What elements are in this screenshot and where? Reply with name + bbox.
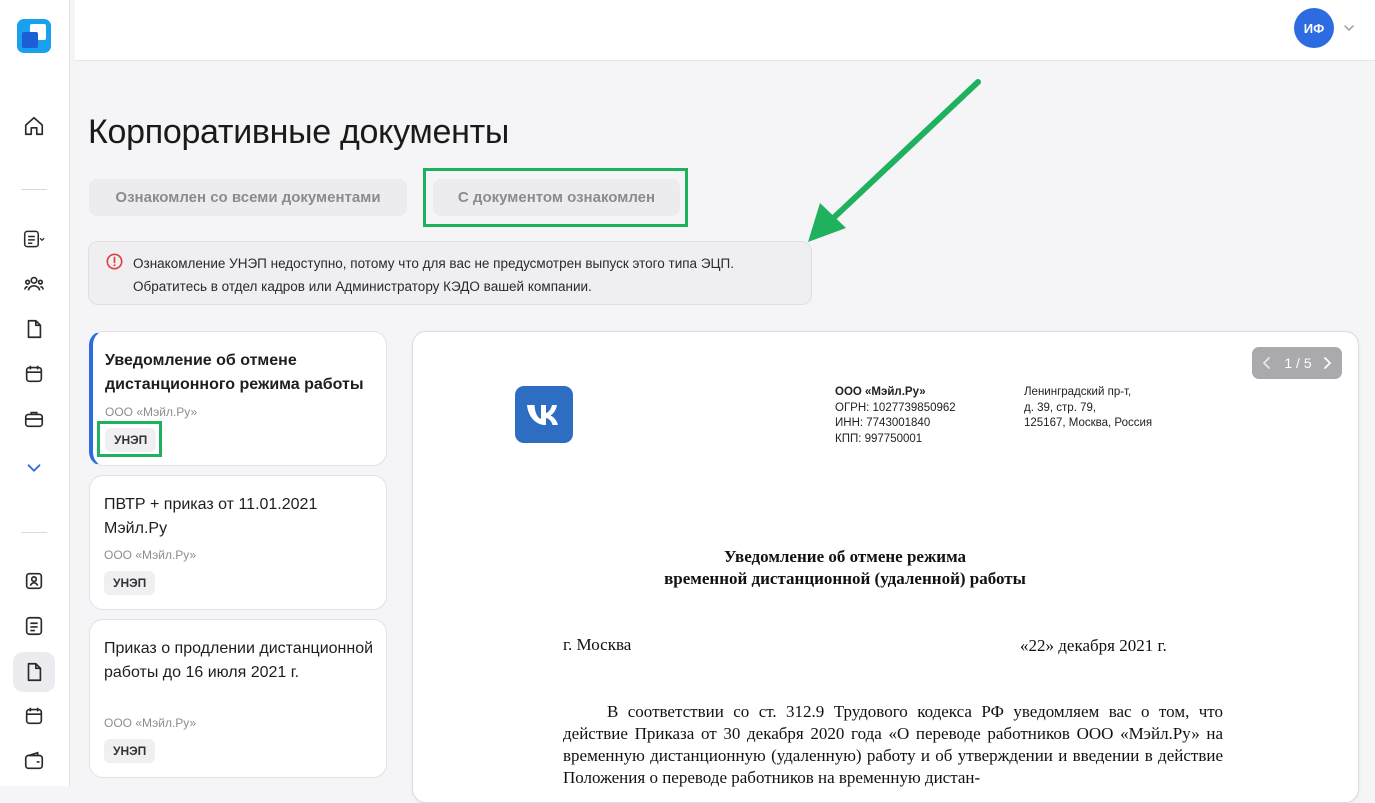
chevron-right-icon[interactable] — [1320, 355, 1334, 371]
company-inn: ИНН: 7743001840 — [835, 417, 931, 429]
company-address: Ленинградский пр-т, д. 39, стр. 79, 1251… — [1024, 385, 1152, 432]
page-navigator: 1 / 5 — [1252, 347, 1342, 379]
document-org: ООО «Мэйл.Ру» — [104, 716, 197, 730]
document-title: ПВТР + приказ от 11.01.2021 Мэйл.Ру — [104, 496, 318, 537]
profile-icon[interactable] — [13, 561, 55, 601]
company-name: ООО «Мэйл.Ру» — [835, 386, 926, 398]
document-title: Уведомление об отмене дистанционного реж… — [105, 352, 364, 393]
corporate-documents-icon[interactable] — [13, 652, 55, 692]
top-bar — [75, 0, 1375, 61]
file-icon[interactable] — [13, 309, 55, 349]
vk-logo — [515, 386, 573, 443]
document-body: В соответствии со ст. 312.9 Трудового ко… — [563, 701, 1223, 789]
document-card[interactable]: ПВТР + приказ от 11.01.2021 Мэйл.Ру ООО … — [89, 475, 387, 610]
document-card[interactable]: Приказ о продлении дистанционной работы … — [89, 619, 387, 778]
signature-unavailable-alert: Ознакомление УНЭП недоступно, потому что… — [88, 241, 812, 305]
sidebar — [0, 0, 70, 786]
highlight-frame — [423, 168, 688, 227]
app-logo[interactable] — [17, 19, 51, 53]
schedule-icon[interactable] — [13, 696, 55, 736]
document-org: ООО «Мэйл.Ру» — [105, 405, 198, 419]
signature-type-badge: УНЭП — [104, 739, 156, 763]
document-heading: Уведомление об отмене режима временной д… — [640, 546, 1050, 590]
list-document-icon[interactable] — [13, 606, 55, 646]
alert-line-1: Ознакомление УНЭП недоступно, потому что… — [133, 256, 734, 271]
wallet-icon[interactable] — [13, 741, 55, 781]
users-icon[interactable] — [13, 264, 55, 304]
briefcase-icon[interactable] — [13, 399, 55, 439]
document-heading-line: временной дистанционной (удаленной) рабо… — [664, 569, 1026, 588]
warning-icon — [106, 253, 123, 270]
user-avatar[interactable]: ИФ — [1294, 8, 1334, 48]
sidebar-divider — [21, 189, 47, 190]
acknowledge-all-button[interactable]: Ознакомлен со всеми документами — [89, 179, 407, 216]
calendar-icon[interactable] — [13, 354, 55, 394]
document-paragraph: В соответствии со ст. 312.9 Трудового ко… — [563, 702, 1223, 787]
document-city: г. Москва — [563, 635, 632, 654]
chevron-left-icon[interactable] — [1260, 355, 1274, 371]
page-counter: 1 / 5 — [1284, 355, 1312, 371]
vk-logo-mark — [527, 404, 558, 425]
address-line: Ленинградский пр-т, — [1024, 386, 1132, 398]
page-title: Корпоративные документы — [88, 113, 510, 151]
chevron-down-icon[interactable] — [1343, 22, 1355, 34]
highlight-frame — [97, 421, 162, 457]
document-heading-line: Уведомление об отмене режима — [723, 547, 967, 566]
address-line: д. 39, стр. 79, — [1024, 401, 1097, 414]
company-kpp: КПП: 997750001 — [835, 432, 923, 445]
company-ogrn: ОГРН: 1027739850962 — [835, 401, 956, 414]
documents-menu-icon[interactable] — [13, 219, 55, 259]
address-line: 125167, Москва, Россия — [1024, 417, 1153, 429]
signature-type-badge: УНЭП — [104, 571, 156, 595]
alert-line-2: Обратитесь в отдел кадров или Администра… — [133, 279, 592, 294]
sidebar-divider — [21, 532, 47, 533]
company-details: ООО «Мэйл.Ру» ОГРН: 1027739850962 ИНН: 7… — [835, 385, 956, 447]
document-date: «22» декабря 2021 г. — [1020, 636, 1167, 655]
document-org: ООО «Мэйл.Ру» — [104, 548, 197, 562]
expand-chevron-icon[interactable] — [13, 448, 55, 488]
document-title: Приказ о продлении дистанционной работы … — [104, 640, 374, 681]
home-icon[interactable] — [13, 106, 55, 146]
